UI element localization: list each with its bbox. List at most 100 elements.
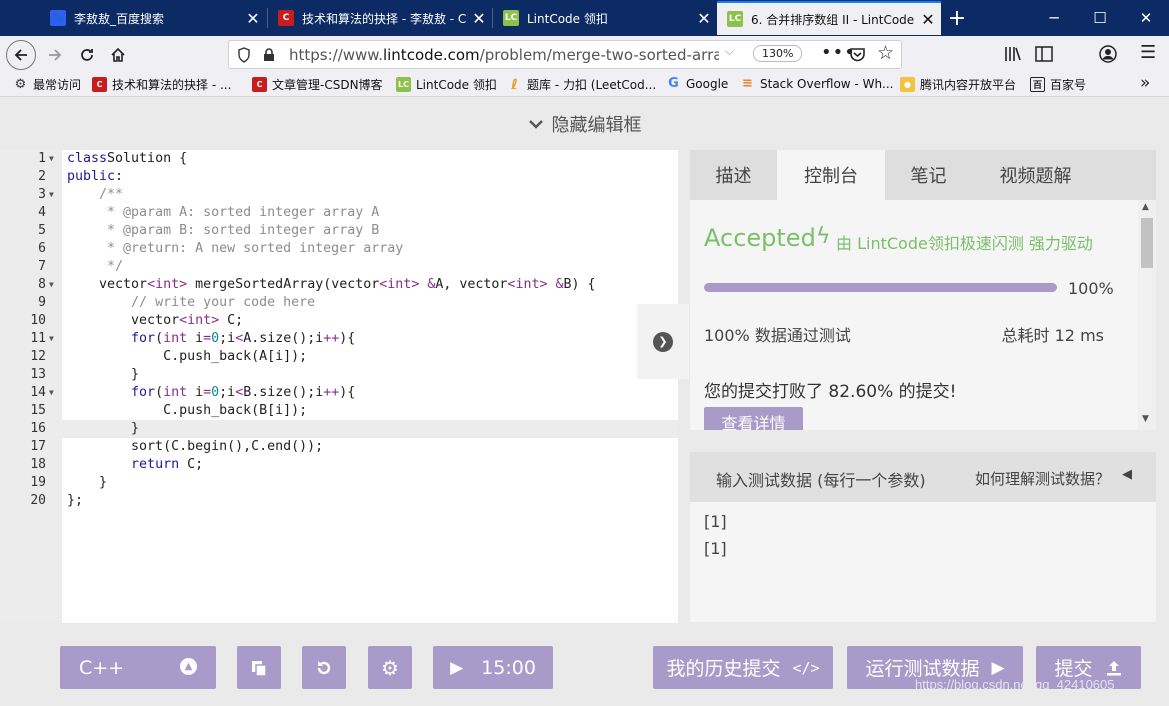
code-line[interactable]: 20}; bbox=[0, 492, 678, 510]
code-line[interactable]: 11 ▼ for(int i=0;i<A.size();i++){ bbox=[0, 330, 678, 348]
scroll-up-icon[interactable]: ▲ bbox=[1142, 202, 1149, 212]
bookmark-item[interactable]: 百百家号 bbox=[1030, 76, 1086, 93]
code-line[interactable]: 6 * @return: A new sorted integer array bbox=[0, 240, 678, 258]
url-bar[interactable]: https://www.lintcode.com/problem/merge-t… bbox=[228, 40, 902, 69]
bookmark-item[interactable]: C 技术和算法的抉择 - ... bbox=[92, 76, 231, 93]
test-data-line: [1] bbox=[704, 512, 727, 531]
reset-button[interactable] bbox=[302, 646, 346, 689]
scrollbar-thumb[interactable] bbox=[1141, 218, 1153, 268]
fold-arrow-icon[interactable]: ▼ bbox=[49, 330, 54, 348]
chevron-down-icon[interactable]: ⌵ bbox=[725, 44, 734, 59]
code-line[interactable]: 12 C.push_back(A[i]); bbox=[0, 348, 678, 366]
lightning-icon: ϟ bbox=[816, 224, 831, 249]
close-tab-icon[interactable]: ✕ bbox=[240, 9, 266, 28]
code-line[interactable]: 2 public: bbox=[0, 168, 678, 186]
browser-tab-merge-arrays[interactable]: LC 6. 合并排序数组 II - LintCode ✕ bbox=[717, 1, 941, 35]
accepted-status: Accepted bbox=[704, 224, 816, 252]
line-number: 2 bbox=[38, 169, 46, 184]
account-icon[interactable] bbox=[1099, 45, 1117, 63]
copy-button[interactable] bbox=[237, 646, 281, 689]
test-data-input[interactable]: [1] [1] bbox=[690, 502, 1156, 622]
code-line[interactable]: 10 vector<int> C; bbox=[0, 312, 678, 330]
new-tab-button[interactable]: + bbox=[940, 0, 974, 36]
more-bookmarks-icon[interactable]: » bbox=[1140, 73, 1150, 93]
bookmark-label: 题库 - 力扣 (LeetCod... bbox=[527, 78, 657, 92]
console-scrollbar[interactable]: ▲ ▼ bbox=[1138, 200, 1156, 430]
code-line[interactable]: 3 ▼ /** bbox=[0, 186, 678, 204]
browser-tab-csdn[interactable]: C 技术和算法的抉择 - 李敖敖 - C ✕ bbox=[268, 1, 492, 35]
browser-tab-baidu[interactable]: 🐾 李敖敖_百度搜索 ✕ bbox=[40, 1, 266, 35]
close-tab-icon[interactable]: ✕ bbox=[466, 9, 492, 28]
url-text[interactable]: https://www.lintcode.com/problem/merge-t… bbox=[289, 46, 719, 64]
test-progress-bar bbox=[704, 283, 1057, 292]
scroll-down-icon[interactable]: ▼ bbox=[1142, 414, 1149, 424]
arrow-right-icon bbox=[49, 49, 62, 61]
code-text: for(int i=0;i<B.size();i++){ bbox=[131, 385, 356, 400]
reload-button[interactable] bbox=[72, 40, 102, 70]
tab-video-solution[interactable]: 视频题解 bbox=[972, 150, 1099, 200]
back-button[interactable] bbox=[6, 40, 36, 70]
browser-tab-lintcode[interactable]: LC LintCode 领扣 ✕ bbox=[493, 1, 717, 35]
bookmark-item[interactable]: ≡ Stack Overflow - Wh... bbox=[740, 76, 893, 91]
language-select[interactable]: C++ ▲ bbox=[60, 646, 216, 689]
code-line[interactable]: 4 * @param A: sorted integer array A bbox=[0, 204, 678, 222]
stackoverflow-icon: ≡ bbox=[742, 76, 753, 91]
collapse-panel-button[interactable]: ❯ bbox=[637, 304, 689, 379]
fold-arrow-icon[interactable]: ▼ bbox=[49, 150, 54, 168]
code-line[interactable]: 19 } bbox=[0, 474, 678, 492]
code-editor[interactable]: 1 ▼ classSolution {2 public: 3 ▼ /** 4 * @para… bbox=[0, 150, 678, 623]
tab-notes[interactable]: 笔记 bbox=[885, 150, 972, 200]
baijiahao-icon: 百 bbox=[1030, 77, 1045, 92]
line-number: 5 bbox=[38, 223, 46, 238]
code-line[interactable]: 15 C.push_back(B[i]); bbox=[0, 402, 678, 420]
bookmark-item[interactable]: LC LintCode 领扣 bbox=[396, 76, 497, 93]
bookmark-item[interactable]: ⚙ 最常访问 bbox=[13, 76, 81, 93]
hide-editor-label: 隐藏编辑框 bbox=[551, 114, 642, 136]
code-line[interactable]: 14 ▼ for(int i=0;i<B.size();i++){ bbox=[0, 384, 678, 402]
bookmark-item[interactable]: ● 腾讯内容开放平台 bbox=[900, 76, 1016, 93]
close-tab-icon[interactable]: ✕ bbox=[691, 9, 717, 28]
pocket-icon[interactable] bbox=[849, 47, 866, 63]
minimize-button[interactable]: ─ bbox=[1031, 0, 1077, 36]
code-text: // write your code here bbox=[131, 295, 316, 310]
hide-editor-toggle[interactable]: 隐藏编辑框 bbox=[0, 97, 1169, 150]
code-line[interactable]: 7 */ bbox=[0, 258, 678, 276]
code-icon: </> bbox=[792, 658, 820, 677]
bookmark-item[interactable]: ℓ 题库 - 力扣 (LeetCod... bbox=[507, 76, 656, 93]
star-icon[interactable]: ☆ bbox=[877, 42, 894, 64]
caret-left-icon[interactable]: ◀ bbox=[1122, 467, 1132, 482]
close-window-button[interactable]: ✕ bbox=[1123, 0, 1169, 36]
history-submissions-button[interactable]: 我的历史提交 </> bbox=[653, 646, 833, 689]
tab-console[interactable]: 控制台 bbox=[777, 150, 885, 200]
view-details-button[interactable]: 查看详情 bbox=[704, 407, 803, 430]
test-data-title: 输入测试数据 (每行一个参数) bbox=[716, 471, 926, 490]
fold-arrow-icon[interactable]: ▼ bbox=[49, 384, 54, 402]
zoom-level[interactable]: 130% bbox=[753, 45, 803, 62]
forward-button[interactable] bbox=[40, 40, 70, 70]
arrow-left-icon bbox=[14, 49, 27, 61]
sidebar-icon[interactable] bbox=[1035, 46, 1053, 62]
maximize-button[interactable]: ☐ bbox=[1077, 0, 1123, 36]
code-line[interactable]: 5 * @param B: sorted integer array B bbox=[0, 222, 678, 240]
code-line[interactable]: 8 ▼ vector<int> mergeSortedArray(vector<i… bbox=[0, 276, 678, 294]
code-line[interactable]: 9 // write your code here bbox=[0, 294, 678, 312]
line-number: 20 bbox=[30, 493, 46, 508]
test-data-help-link[interactable]: 如何理解测试数据？ bbox=[975, 468, 1110, 489]
timer-button[interactable]: ▶ 15:00 bbox=[433, 646, 553, 689]
code-line[interactable]: 17 sort(C.begin(),C.end()); bbox=[0, 438, 678, 456]
code-line[interactable]: 16 } bbox=[0, 420, 678, 438]
tab-description[interactable]: 描述 bbox=[690, 150, 777, 200]
home-button[interactable] bbox=[103, 40, 133, 70]
close-tab-icon[interactable]: ✕ bbox=[915, 10, 941, 29]
library-icon[interactable] bbox=[1004, 45, 1022, 63]
bookmark-item[interactable]: C 文章管理-CSDN博客 bbox=[252, 76, 383, 93]
fold-arrow-icon[interactable]: ▼ bbox=[49, 186, 54, 204]
hamburger-menu-icon[interactable]: ☰ bbox=[1140, 42, 1156, 63]
fold-arrow-icon[interactable]: ▼ bbox=[49, 276, 54, 294]
code-line[interactable]: 13 } bbox=[0, 366, 678, 384]
play-icon: ▶ bbox=[450, 657, 464, 678]
code-line[interactable]: 18 return C; bbox=[0, 456, 678, 474]
settings-button[interactable]: ⚙ bbox=[368, 646, 412, 689]
code-line[interactable]: 1 ▼ classSolution { bbox=[0, 150, 678, 168]
bookmark-item[interactable]: G Google bbox=[666, 76, 728, 91]
